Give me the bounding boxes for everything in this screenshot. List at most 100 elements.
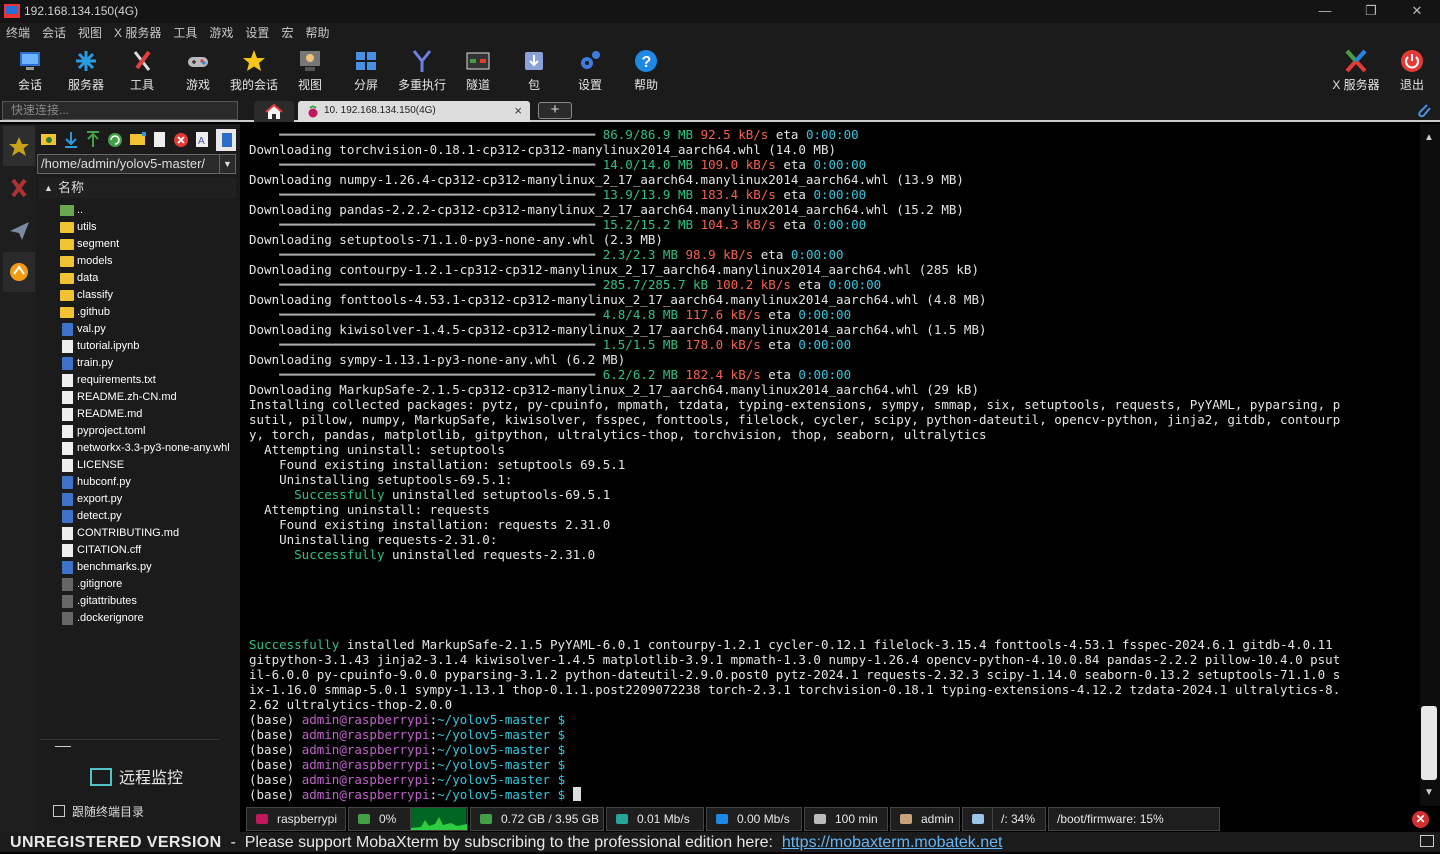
file-row[interactable]: .github — [60, 304, 240, 321]
file-row[interactable]: export.py — [60, 491, 240, 508]
raspberry-icon — [308, 105, 318, 118]
file-name: README.md — [77, 408, 143, 420]
close-window-button[interactable]: ✕ — [1394, 0, 1440, 23]
file-row[interactable]: utils — [60, 219, 240, 236]
quick-connect-input[interactable]: 快速连接... — [2, 101, 238, 120]
status-segment: /: 34% — [992, 807, 1046, 831]
restore-button[interactable]: ❐ — [1348, 0, 1394, 23]
menu-macros[interactable]: 宏 — [281, 23, 293, 43]
progress-size: 6.2/6.2 MB — [602, 367, 678, 382]
file-row[interactable]: data — [60, 270, 240, 287]
file-icon — [62, 544, 73, 557]
menu-terminal[interactable]: 终端 — [6, 23, 30, 43]
file-row[interactable]: README.md — [60, 406, 240, 423]
toolbar-button-session[interactable]: 会话 — [2, 45, 58, 97]
minimize-button[interactable]: — — [1302, 0, 1348, 23]
file-row[interactable]: .. — [60, 202, 240, 219]
file-name: detect.py — [77, 510, 122, 522]
memory-icon — [480, 814, 492, 824]
progress-line: ━━━━━━━━━━━━━━━━━━━━━━━━━━━━━━━━━━━━━━━━… — [279, 277, 882, 292]
close-session-icon[interactable]: ✕ — [1412, 811, 1429, 828]
attach-icon[interactable] — [1415, 101, 1433, 119]
toolbar-label: 游戏 — [185, 78, 210, 92]
folder-up-icon[interactable] — [41, 134, 56, 145]
file-row[interactable]: CONTRIBUTING.md — [60, 525, 240, 542]
toolbar-button-xserver[interactable]: X 服务器 — [1328, 45, 1384, 97]
sftp-path-input[interactable]: /home/admin/yolov5-master/ ▼ — [37, 154, 236, 174]
sessions-tab[interactable] — [3, 126, 35, 166]
prompt-line: (base) admin@raspberrypi:~/yolov5-master… — [249, 712, 1340, 727]
mobaxterm-link[interactable]: https://mobaxterm.mobatek.net — [782, 834, 1003, 851]
prompt-line: (base) admin@raspberrypi:~/yolov5-master… — [249, 727, 1340, 742]
new-folder-icon[interactable] — [130, 132, 146, 145]
menu-games[interactable]: 游戏 — [209, 23, 233, 43]
file-name: utils — [77, 221, 97, 233]
toolbar-button-package[interactable]: 包 — [506, 45, 562, 97]
session-tab[interactable]: 10. 192.168.134.150(4G) × — [298, 101, 530, 122]
rename-icon[interactable]: A — [196, 132, 208, 147]
sftp-tab[interactable] — [3, 252, 35, 292]
menu-session[interactable]: 会话 — [42, 23, 66, 43]
terminal-scrollbar[interactable]: ▲ ▼ — [1420, 124, 1440, 806]
menu-help[interactable]: 帮助 — [305, 23, 329, 43]
file-row[interactable]: CITATION.cff — [60, 542, 240, 559]
menu-view[interactable]: 视图 — [78, 23, 102, 43]
toolbar-button-multiexec[interactable]: 多重执行 — [394, 45, 450, 97]
download-icon — [716, 814, 728, 824]
new-tab-button[interactable]: + — [538, 102, 572, 119]
toolbar-button-star[interactable]: 我的会话 — [226, 45, 282, 97]
scrollbar-thumb[interactable] — [1421, 706, 1437, 780]
chevron-down-icon[interactable]: ▼ — [219, 155, 235, 173]
remote-monitor-button[interactable]: 远程监控 — [90, 764, 183, 788]
delete-icon[interactable] — [174, 133, 188, 147]
toolbar-button-games[interactable]: 游戏 — [170, 45, 226, 97]
file-row[interactable]: models — [60, 253, 240, 270]
file-row[interactable]: pyproject.toml — [60, 423, 240, 440]
file-row[interactable]: tutorial.ipynb — [60, 338, 240, 355]
toolbar-button-exit[interactable]: 退出 — [1384, 45, 1440, 97]
upload-icon[interactable] — [87, 131, 99, 147]
menu-settings[interactable]: 设置 — [245, 23, 269, 43]
macros-tab[interactable] — [3, 210, 35, 250]
toolbar-button-settings[interactable]: 设置 — [562, 45, 618, 97]
file-row[interactable]: networkx-3.3-py3-none-any.whl — [60, 440, 240, 457]
home-tab[interactable] — [254, 101, 294, 122]
prompt-symbol: $ — [550, 742, 566, 757]
file-row[interactable]: train.py — [60, 355, 240, 372]
file-row[interactable]: .gitignore — [60, 576, 240, 593]
file-row[interactable]: detect.py — [60, 508, 240, 525]
file-row[interactable]: README.zh-CN.md — [60, 389, 240, 406]
menu-tools[interactable]: 工具 — [173, 23, 197, 43]
toolbar-button-view[interactable]: 视图 — [282, 45, 338, 97]
toolbar-button-servers[interactable]: 服务器 — [58, 45, 114, 97]
file-row[interactable]: .gitattributes — [60, 593, 240, 610]
toolbar-button-split[interactable]: 分屏 — [338, 45, 394, 97]
tools-tab[interactable] — [3, 168, 35, 208]
file-column-header[interactable]: ▲ 名称 — [38, 178, 236, 198]
toolbar-button-help[interactable]: ? 帮助 — [618, 45, 674, 97]
file-row[interactable]: val.py — [60, 321, 240, 338]
progress-line: ━━━━━━━━━━━━━━━━━━━━━━━━━━━━━━━━━━━━━━━━… — [279, 157, 867, 172]
menu-xserver[interactable]: X 服务器 — [114, 23, 161, 43]
scroll-down-icon[interactable]: ▼ — [1424, 787, 1434, 798]
follow-terminal-checkbox[interactable]: 跟随终端目录 — [53, 803, 144, 820]
file-name: train.py — [77, 357, 114, 369]
file-row[interactable]: .dockerignore — [60, 610, 240, 627]
file-row[interactable]: benchmarks.py — [60, 559, 240, 576]
download-icon[interactable] — [65, 132, 77, 148]
file-row[interactable]: LICENSE — [60, 457, 240, 474]
file-row[interactable]: hubconf.py — [60, 474, 240, 491]
collapse-handle[interactable] — [55, 746, 71, 747]
file-name: networkx-3.3-py3-none-any.whl — [77, 442, 230, 454]
toolbar-button-tunnel[interactable]: 隧道 — [450, 45, 506, 97]
file-row[interactable]: classify — [60, 287, 240, 304]
toolbar-button-tools[interactable]: 工具 — [114, 45, 170, 97]
refresh-icon[interactable] — [108, 133, 122, 147]
file-row[interactable]: segment — [60, 236, 240, 253]
file-row[interactable]: requirements.txt — [60, 372, 240, 389]
new-file-icon[interactable] — [154, 132, 165, 147]
window-title: 192.168.134.150(4G) — [24, 4, 139, 18]
toggle-hidden-icon[interactable] — [216, 129, 236, 151]
scroll-up-icon[interactable]: ▲ — [1424, 132, 1434, 143]
close-tab-icon[interactable]: × — [514, 101, 522, 121]
